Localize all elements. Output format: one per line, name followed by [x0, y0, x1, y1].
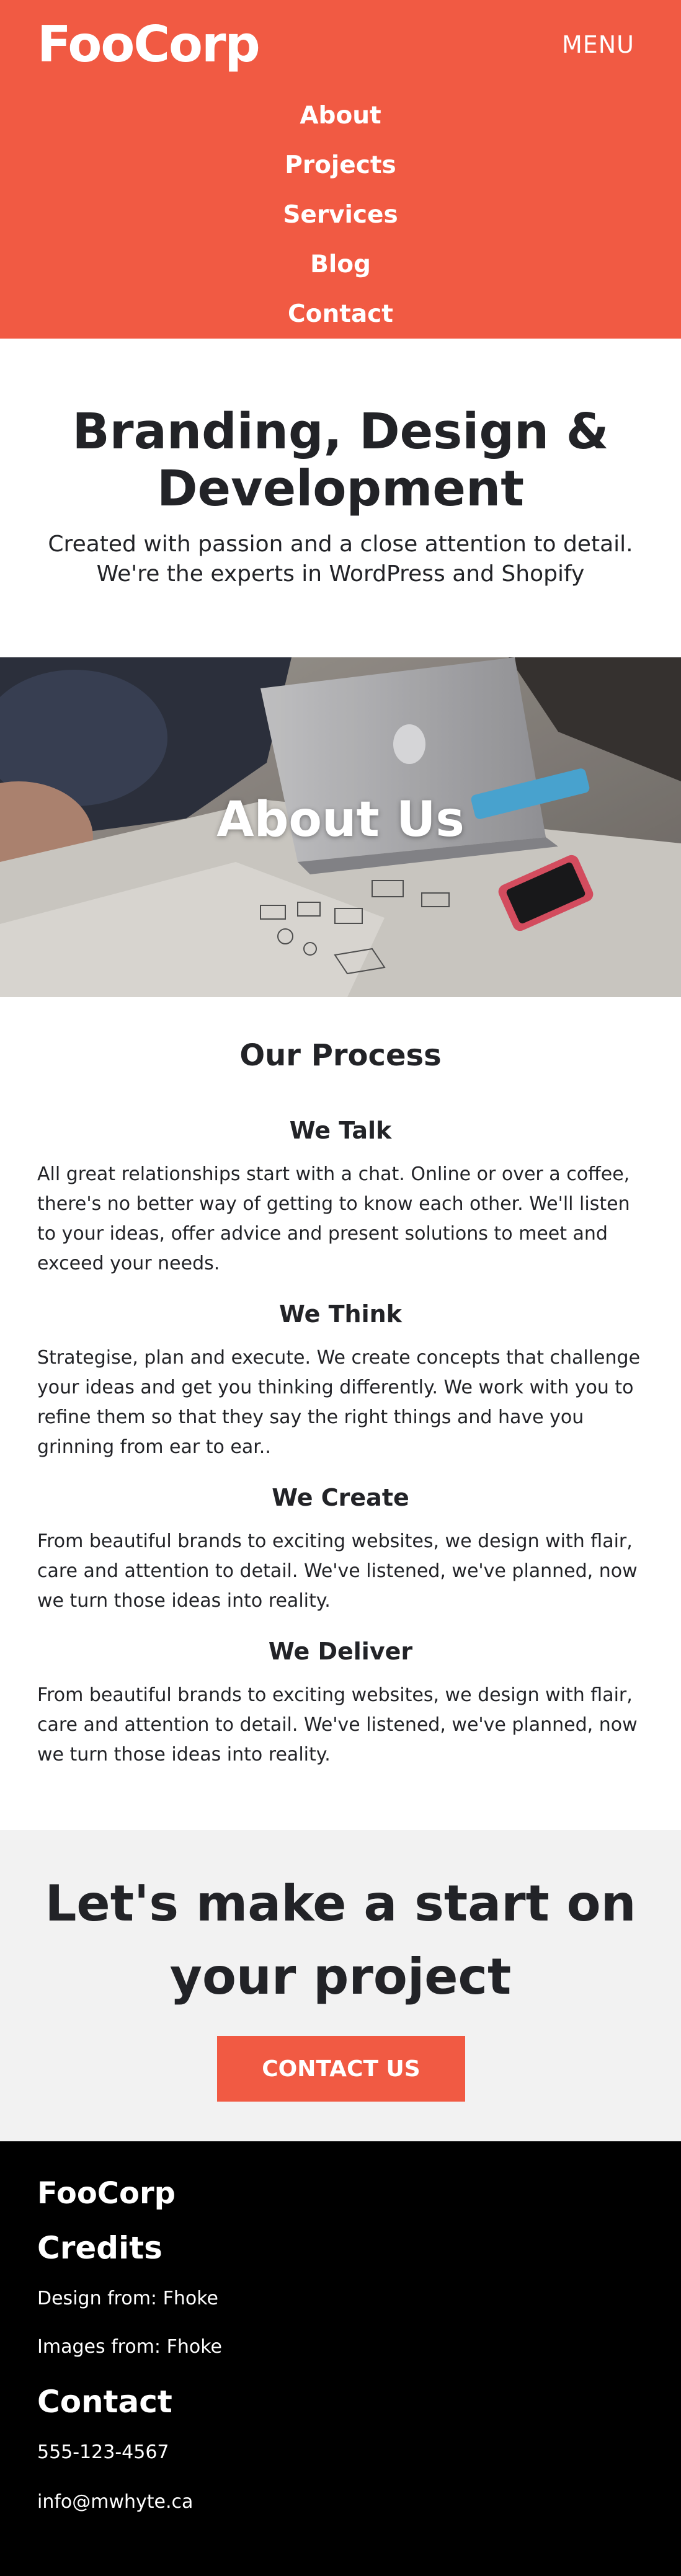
nav-item-blog: Blog — [0, 239, 681, 289]
contact-us-button[interactable]: CONTACT US — [217, 2036, 465, 2102]
nav-link-about[interactable]: About — [300, 102, 381, 130]
about-title: About Us — [216, 792, 465, 848]
design-credit[interactable]: Design from: Fhoke — [37, 2285, 218, 2312]
nav-item-contact: Contact — [0, 289, 681, 339]
cta-section: Let's make a start on your project CONTA… — [0, 1830, 681, 2141]
process-title: Our Process — [239, 1038, 442, 1073]
about-banner: About Us — [0, 657, 681, 997]
footer-email[interactable]: info@mwhyte.ca — [37, 2489, 193, 2516]
step-we-think: We Think Strategise, plan and execute. W… — [37, 1299, 644, 1462]
process-section: Our Process We Talk All great relationsh… — [0, 997, 681, 1830]
step-we-create: We Create From beautiful brands to excit… — [37, 1482, 644, 1616]
site-logo[interactable]: FooCorp — [37, 14, 260, 76]
nav-link-services[interactable]: Services — [283, 201, 398, 229]
nav-item-about: About — [0, 91, 681, 140]
menu-button[interactable]: MENU — [562, 29, 634, 61]
credits-heading: Credits — [37, 2230, 162, 2266]
step-title: We Think — [279, 1300, 402, 1328]
step-text: Strategise, plan and execute. We create … — [37, 1347, 641, 1458]
nav-item-services: Services — [0, 190, 681, 239]
step-we-talk: We Talk All great relationships start wi… — [37, 1115, 644, 1279]
footer-phone[interactable]: 555-123-4567 — [37, 2439, 169, 2466]
nav-link-projects[interactable]: Projects — [285, 151, 396, 179]
site-footer: FooCorp Credits Design from: Fhoke Image… — [0, 2141, 681, 2576]
step-text: All great relationships start with a cha… — [37, 1163, 630, 1274]
step-we-deliver: We Deliver From beautiful brands to exci… — [37, 1636, 644, 1770]
site-header: FooCorp MENU About Projects Services Blo… — [0, 0, 681, 339]
step-title: We Talk — [289, 1117, 392, 1144]
nav-link-blog[interactable]: Blog — [310, 251, 371, 278]
step-title: We Deliver — [268, 1638, 413, 1665]
contact-heading: Contact — [37, 2384, 172, 2420]
step-title: We Create — [272, 1484, 409, 1511]
cta-title: Let's make a start on your project — [45, 1875, 636, 2005]
main-nav: About Projects Services Blog Contact — [0, 91, 681, 339]
hero-section: Branding, Design & Development Created w… — [0, 339, 681, 657]
hero-title: Branding, Design & Development — [72, 403, 609, 517]
images-credit[interactable]: Images from: Fhoke — [37, 2334, 222, 2361]
hero-subtitle: Created with passion and a close attenti… — [48, 531, 633, 587]
footer-brand: FooCorp — [37, 2176, 176, 2211]
nav-item-projects: Projects — [0, 140, 681, 190]
step-text: From beautiful brands to exciting websit… — [37, 1530, 638, 1612]
nav-link-contact[interactable]: Contact — [288, 300, 393, 328]
step-text: From beautiful brands to exciting websit… — [37, 1684, 638, 1765]
